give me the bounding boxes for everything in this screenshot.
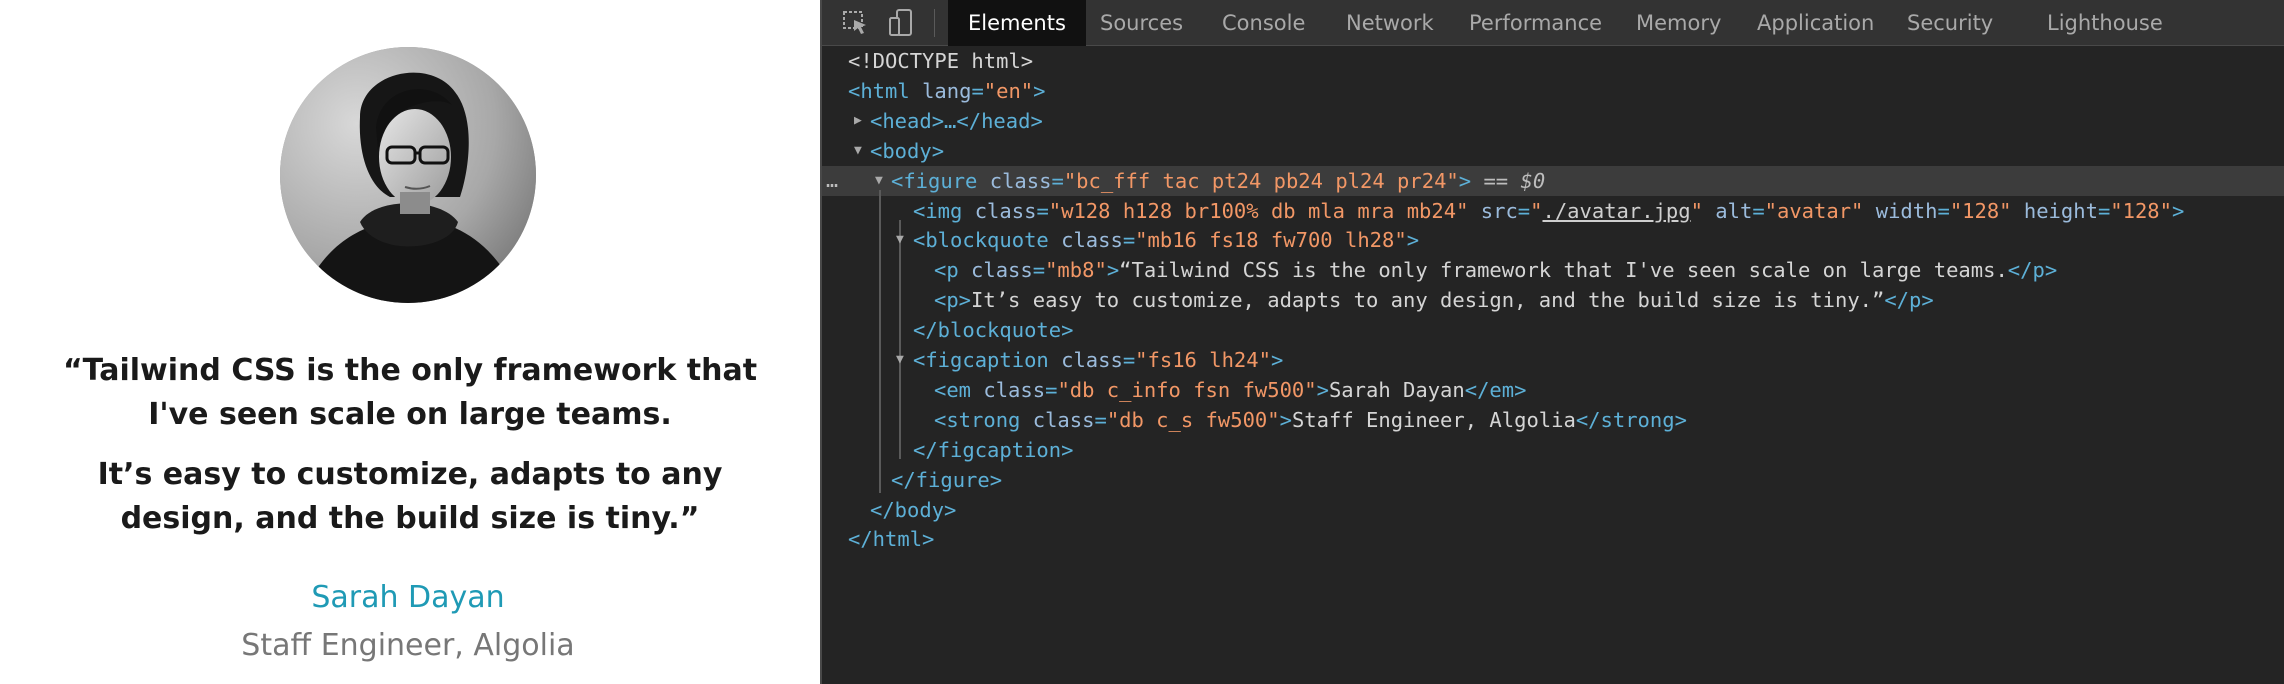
dom-line-figcaption-close[interactable]: </figcaption> xyxy=(913,435,1073,465)
dom-line-p2[interactable]: <p>It’s easy to customize, adapts to any… xyxy=(934,285,1934,315)
testimonial-quote: “Tailwind CSS is the only framework that… xyxy=(40,349,780,541)
tab-performance[interactable]: Performance xyxy=(1469,0,1602,46)
tab-application[interactable]: Application xyxy=(1757,0,1874,46)
page-preview: “Tailwind CSS is the only framework that… xyxy=(0,0,820,684)
dom-line-blockquote-open[interactable]: <blockquote class="mb16 fs18 fw700 lh28"… xyxy=(913,225,1419,255)
quote-line-2: It’s easy to customize, adapts to any de… xyxy=(97,457,723,536)
avatar-photo xyxy=(280,47,536,303)
tab-security[interactable]: Security xyxy=(1907,0,1993,46)
devtools-panel: Elements Sources Console Network Perform… xyxy=(820,0,2284,684)
tab-lighthouse[interactable]: Lighthouse xyxy=(2047,0,2163,46)
dom-line-blockquote-close[interactable]: </blockquote> xyxy=(913,315,1073,345)
indent-guide-figure xyxy=(879,189,881,493)
dom-line-head[interactable]: <head>…</head> xyxy=(870,106,1043,136)
dom-line-figcaption-open[interactable]: <figcaption class="fs16 lh24"> xyxy=(913,345,1283,375)
dom-tree: … ▶ ▼ ▼ ▼ ▼ <!DOCTYPE html> <html lang="… xyxy=(822,46,2284,684)
collapse-blockquote-icon[interactable]: ▼ xyxy=(896,225,904,255)
devtools-toolbar: Elements Sources Console Network Perform… xyxy=(822,0,2284,46)
dom-line-em[interactable]: <em class="db c_info fsn fw500">Sarah Da… xyxy=(934,375,1526,405)
dom-line-html-open[interactable]: <html lang="en"> xyxy=(848,76,1046,106)
inspect-element-icon[interactable] xyxy=(840,8,872,38)
dom-line-p1[interactable]: <p class="mb8">“Tailwind CSS is the only… xyxy=(934,255,2057,285)
dom-line-strong[interactable]: <strong class="db c_s fw500">Staff Engin… xyxy=(934,405,1687,435)
dom-line-img[interactable]: <img class="w128 h128 br100% db mla mra … xyxy=(913,196,2184,226)
tab-console[interactable]: Console xyxy=(1222,0,1305,46)
avatar xyxy=(280,47,536,303)
collapse-figure-icon[interactable]: ▼ xyxy=(875,166,883,196)
quote-line-1: “Tailwind CSS is the only framework that… xyxy=(62,353,758,432)
tab-network[interactable]: Network xyxy=(1346,0,1434,46)
collapse-body-icon[interactable]: ▼ xyxy=(854,136,862,166)
dom-line-html-close[interactable]: </html> xyxy=(848,524,934,554)
dom-line-doctype[interactable]: <!DOCTYPE html> xyxy=(848,46,1033,76)
toolbar-separator xyxy=(934,9,935,37)
expand-head-icon[interactable]: ▶ xyxy=(854,106,862,136)
dom-line-figure-open[interactable]: <figure class="bc_fff tac pt24 pb24 pl24… xyxy=(891,166,1545,196)
collapse-figcaption-icon[interactable]: ▼ xyxy=(896,345,904,375)
src-link[interactable]: ./avatar.jpg xyxy=(1542,199,1690,223)
device-toolbar-icon[interactable] xyxy=(886,8,918,38)
tab-memory[interactable]: Memory xyxy=(1636,0,1721,46)
tab-elements[interactable]: Elements xyxy=(948,0,1086,46)
dom-line-body-close[interactable]: </body> xyxy=(870,495,956,525)
node-actions-ellipsis[interactable]: … xyxy=(826,166,839,196)
author-role: Staff Engineer, Algolia xyxy=(241,628,575,663)
tab-sources[interactable]: Sources xyxy=(1100,0,1183,46)
dom-line-figure-close[interactable]: </figure> xyxy=(891,465,1002,495)
author-name: Sarah Dayan xyxy=(311,580,505,615)
dom-line-body-open[interactable]: <body> xyxy=(870,136,944,166)
